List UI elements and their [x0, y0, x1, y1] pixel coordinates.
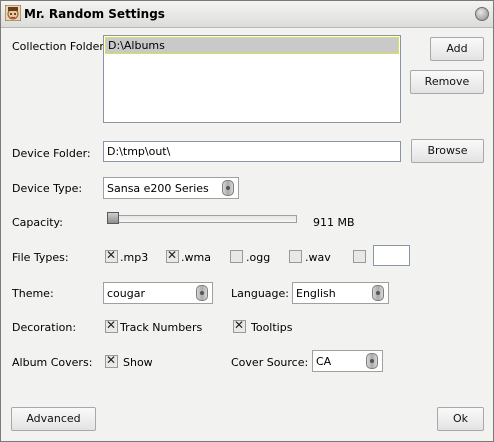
dropdown-knob-icon[interactable]: [222, 180, 234, 196]
wma-label: .wma: [181, 251, 211, 264]
dropdown-knob-icon[interactable]: [366, 353, 378, 369]
album-covers-label: Album Covers:: [12, 356, 93, 369]
cover-source-label: Cover Source:: [231, 356, 309, 369]
track-numbers-checkbox[interactable]: [105, 318, 118, 333]
dropdown-knob-icon[interactable]: [372, 285, 384, 301]
capacity-slider-track[interactable]: [107, 215, 297, 223]
device-type-label: Device Type:: [12, 182, 83, 195]
device-folder-label: Device Folder:: [12, 147, 91, 160]
language-value: English: [296, 287, 336, 300]
decoration-label: Decoration:: [12, 321, 77, 334]
device-type-value: Sansa e200 Series: [107, 182, 209, 195]
theme-select[interactable]: cougar: [103, 282, 213, 304]
capacity-value: 911 MB: [313, 216, 355, 229]
cover-source-value: CA: [316, 355, 332, 368]
dropdown-knob-icon[interactable]: [196, 285, 208, 301]
device-type-select[interactable]: Sansa e200 Series: [103, 177, 239, 199]
mp3-checkbox[interactable]: [105, 248, 118, 263]
add-button[interactable]: Add: [430, 37, 484, 61]
browse-button[interactable]: Browse: [411, 139, 484, 163]
window-title: Mr. Random Settings: [24, 7, 165, 21]
theme-value: cougar: [107, 287, 145, 300]
custom-type-field[interactable]: [373, 245, 410, 266]
theme-label: Theme:: [12, 287, 54, 300]
file-types-label: File Types:: [12, 251, 69, 264]
tooltips-label: Tooltips: [251, 321, 293, 334]
ogg-checkbox[interactable]: [230, 250, 243, 263]
close-button[interactable]: [475, 7, 489, 21]
collection-folder-list[interactable]: D:\Albums: [103, 35, 401, 123]
show-covers-label: Show: [123, 356, 153, 369]
advanced-button[interactable]: Advanced: [11, 407, 96, 431]
capacity-label: Capacity:: [12, 216, 63, 229]
collection-folder-item[interactable]: D:\Albums: [105, 37, 399, 54]
settings-window: Mr. Random Settings Collection Folder: D…: [0, 0, 494, 442]
track-numbers-label: Track Numbers: [120, 321, 203, 334]
ok-button[interactable]: Ok: [437, 407, 484, 431]
cover-source-select[interactable]: CA: [312, 350, 383, 372]
wav-checkbox[interactable]: [289, 250, 302, 263]
tooltips-checkbox[interactable]: [233, 318, 246, 333]
ogg-label: .ogg: [246, 251, 271, 264]
device-folder-field[interactable]: D:\tmp\out\: [103, 141, 401, 162]
show-covers-checkbox[interactable]: [105, 353, 118, 368]
language-select[interactable]: English: [292, 282, 389, 304]
collection-folder-label: Collection Folder:: [12, 40, 108, 53]
wma-checkbox[interactable]: [166, 248, 179, 263]
remove-button[interactable]: Remove: [410, 70, 484, 94]
mp3-label: .mp3: [120, 251, 149, 264]
wav-label: .wav: [305, 251, 331, 264]
custom-type-checkbox[interactable]: [353, 250, 366, 263]
title-bar[interactable]: Mr. Random Settings: [1, 1, 493, 28]
capacity-slider-thumb[interactable]: [107, 212, 119, 224]
language-label: Language:: [231, 287, 289, 300]
app-face-icon: [5, 5, 21, 21]
